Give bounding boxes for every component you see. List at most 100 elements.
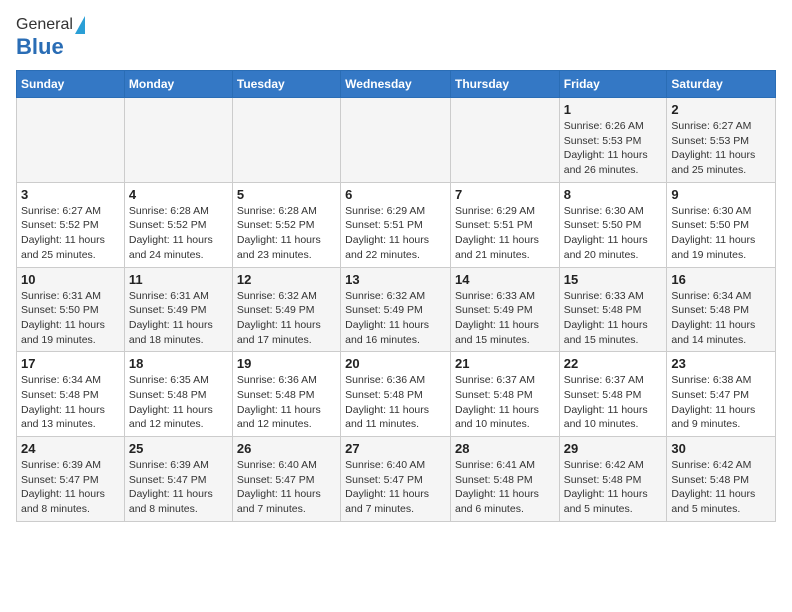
day-info: Sunrise: 6:27 AMSunset: 5:53 PMDaylight:…	[671, 119, 771, 178]
calendar-header-row: SundayMondayTuesdayWednesdayThursdayFrid…	[17, 71, 776, 98]
calendar-week-1: 1 Sunrise: 6:26 AMSunset: 5:53 PMDaylight…	[17, 98, 776, 183]
calendar-cell: 24 Sunrise: 6:39 AMSunset: 5:47 PMDayligh…	[17, 437, 125, 522]
day-info: Sunrise: 6:35 AMSunset: 5:48 PMDaylight:…	[129, 373, 228, 432]
day-info: Sunrise: 6:32 AMSunset: 5:49 PMDaylight:…	[237, 289, 336, 348]
day-info: Sunrise: 6:34 AMSunset: 5:48 PMDaylight:…	[21, 373, 120, 432]
day-number: 1	[564, 102, 663, 117]
column-header-saturday: Saturday	[667, 71, 776, 98]
day-number: 13	[345, 272, 446, 287]
day-number: 10	[21, 272, 120, 287]
day-number: 14	[455, 272, 555, 287]
calendar-cell: 12 Sunrise: 6:32 AMSunset: 5:49 PMDayligh…	[232, 267, 340, 352]
day-info: Sunrise: 6:36 AMSunset: 5:48 PMDaylight:…	[345, 373, 446, 432]
calendar-cell: 4 Sunrise: 6:28 AMSunset: 5:52 PMDaylight…	[124, 182, 232, 267]
calendar-cell	[450, 98, 559, 183]
day-number: 27	[345, 441, 446, 456]
day-number: 29	[564, 441, 663, 456]
day-number: 6	[345, 187, 446, 202]
day-info: Sunrise: 6:39 AMSunset: 5:47 PMDaylight:…	[21, 458, 120, 517]
day-number: 21	[455, 356, 555, 371]
day-info: Sunrise: 6:29 AMSunset: 5:51 PMDaylight:…	[345, 204, 446, 263]
day-number: 8	[564, 187, 663, 202]
day-number: 20	[345, 356, 446, 371]
calendar-cell: 1 Sunrise: 6:26 AMSunset: 5:53 PMDaylight…	[559, 98, 667, 183]
calendar-cell: 15 Sunrise: 6:33 AMSunset: 5:48 PMDayligh…	[559, 267, 667, 352]
day-number: 15	[564, 272, 663, 287]
day-info: Sunrise: 6:28 AMSunset: 5:52 PMDaylight:…	[237, 204, 336, 263]
day-info: Sunrise: 6:33 AMSunset: 5:48 PMDaylight:…	[564, 289, 663, 348]
day-info: Sunrise: 6:41 AMSunset: 5:48 PMDaylight:…	[455, 458, 555, 517]
calendar-cell: 8 Sunrise: 6:30 AMSunset: 5:50 PMDaylight…	[559, 182, 667, 267]
page-header: General Blue	[16, 16, 776, 60]
calendar-cell: 6 Sunrise: 6:29 AMSunset: 5:51 PMDaylight…	[341, 182, 451, 267]
column-header-wednesday: Wednesday	[341, 71, 451, 98]
calendar-cell	[232, 98, 340, 183]
day-number: 16	[671, 272, 771, 287]
calendar-cell: 5 Sunrise: 6:28 AMSunset: 5:52 PMDaylight…	[232, 182, 340, 267]
day-number: 25	[129, 441, 228, 456]
day-info: Sunrise: 6:27 AMSunset: 5:52 PMDaylight:…	[21, 204, 120, 263]
day-info: Sunrise: 6:28 AMSunset: 5:52 PMDaylight:…	[129, 204, 228, 263]
column-header-sunday: Sunday	[17, 71, 125, 98]
day-info: Sunrise: 6:40 AMSunset: 5:47 PMDaylight:…	[345, 458, 446, 517]
day-number: 5	[237, 187, 336, 202]
calendar-cell: 19 Sunrise: 6:36 AMSunset: 5:48 PMDayligh…	[232, 352, 340, 437]
calendar-cell: 27 Sunrise: 6:40 AMSunset: 5:47 PMDayligh…	[341, 437, 451, 522]
calendar-cell: 7 Sunrise: 6:29 AMSunset: 5:51 PMDaylight…	[450, 182, 559, 267]
calendar-cell: 25 Sunrise: 6:39 AMSunset: 5:47 PMDayligh…	[124, 437, 232, 522]
day-number: 4	[129, 187, 228, 202]
day-info: Sunrise: 6:37 AMSunset: 5:48 PMDaylight:…	[564, 373, 663, 432]
day-info: Sunrise: 6:33 AMSunset: 5:49 PMDaylight:…	[455, 289, 555, 348]
calendar-cell	[124, 98, 232, 183]
logo-triangle-icon	[75, 16, 85, 34]
day-number: 2	[671, 102, 771, 117]
calendar-cell: 3Sunrise: 6:27 AMSunset: 5:52 PMDaylight…	[17, 182, 125, 267]
day-number: 17	[21, 356, 120, 371]
calendar-cell: 29 Sunrise: 6:42 AMSunset: 5:48 PMDayligh…	[559, 437, 667, 522]
calendar-cell	[17, 98, 125, 183]
logo-blue-text: Blue	[16, 34, 64, 60]
day-info: Sunrise: 6:31 AMSunset: 5:49 PMDaylight:…	[129, 289, 228, 348]
calendar-cell: 9Sunrise: 6:30 AMSunset: 5:50 PMDaylight…	[667, 182, 776, 267]
calendar-week-5: 24 Sunrise: 6:39 AMSunset: 5:47 PMDayligh…	[17, 437, 776, 522]
day-number: 24	[21, 441, 120, 456]
calendar-cell: 10 Sunrise: 6:31 AMSunset: 5:50 PMDayligh…	[17, 267, 125, 352]
day-number: 26	[237, 441, 336, 456]
calendar-cell	[341, 98, 451, 183]
day-number: 30	[671, 441, 771, 456]
day-number: 11	[129, 272, 228, 287]
logo: General Blue	[16, 16, 85, 60]
day-info: Sunrise: 6:39 AMSunset: 5:47 PMDaylight:…	[129, 458, 228, 517]
day-number: 12	[237, 272, 336, 287]
column-header-tuesday: Tuesday	[232, 71, 340, 98]
day-number: 7	[455, 187, 555, 202]
day-number: 19	[237, 356, 336, 371]
calendar-cell: 11 Sunrise: 6:31 AMSunset: 5:49 PMDayligh…	[124, 267, 232, 352]
calendar-table: SundayMondayTuesdayWednesdayThursdayFrid…	[16, 70, 776, 522]
day-info: Sunrise: 6:29 AMSunset: 5:51 PMDaylight:…	[455, 204, 555, 263]
day-info: Sunrise: 6:36 AMSunset: 5:48 PMDaylight:…	[237, 373, 336, 432]
column-header-monday: Monday	[124, 71, 232, 98]
column-header-friday: Friday	[559, 71, 667, 98]
calendar-cell: 2 Sunrise: 6:27 AMSunset: 5:53 PMDaylight…	[667, 98, 776, 183]
column-header-thursday: Thursday	[450, 71, 559, 98]
calendar-cell: 30Sunrise: 6:42 AMSunset: 5:48 PMDayligh…	[667, 437, 776, 522]
calendar-week-4: 17 Sunrise: 6:34 AMSunset: 5:48 PMDayligh…	[17, 352, 776, 437]
day-info: Sunrise: 6:31 AMSunset: 5:50 PMDaylight:…	[21, 289, 120, 348]
calendar-cell: 17 Sunrise: 6:34 AMSunset: 5:48 PMDayligh…	[17, 352, 125, 437]
calendar-week-3: 10 Sunrise: 6:31 AMSunset: 5:50 PMDayligh…	[17, 267, 776, 352]
day-info: Sunrise: 6:40 AMSunset: 5:47 PMDaylight:…	[237, 458, 336, 517]
day-info: Sunrise: 6:42 AMSunset: 5:48 PMDaylight:…	[564, 458, 663, 517]
calendar-cell: 14 Sunrise: 6:33 AMSunset: 5:49 PMDayligh…	[450, 267, 559, 352]
day-info: Sunrise: 6:30 AMSunset: 5:50 PMDaylight:…	[671, 204, 771, 263]
day-info: Sunrise: 6:30 AMSunset: 5:50 PMDaylight:…	[564, 204, 663, 263]
day-info: Sunrise: 6:34 AMSunset: 5:48 PMDaylight:…	[671, 289, 771, 348]
logo-general-text: General	[16, 16, 73, 34]
calendar-cell: 18Sunrise: 6:35 AMSunset: 5:48 PMDayligh…	[124, 352, 232, 437]
calendar-week-2: 3Sunrise: 6:27 AMSunset: 5:52 PMDaylight…	[17, 182, 776, 267]
day-info: Sunrise: 6:26 AMSunset: 5:53 PMDaylight:…	[564, 119, 663, 178]
calendar-cell: 26 Sunrise: 6:40 AMSunset: 5:47 PMDayligh…	[232, 437, 340, 522]
day-number: 28	[455, 441, 555, 456]
calendar-cell: 21Sunrise: 6:37 AMSunset: 5:48 PMDayligh…	[450, 352, 559, 437]
calendar-cell: 20 Sunrise: 6:36 AMSunset: 5:48 PMDayligh…	[341, 352, 451, 437]
